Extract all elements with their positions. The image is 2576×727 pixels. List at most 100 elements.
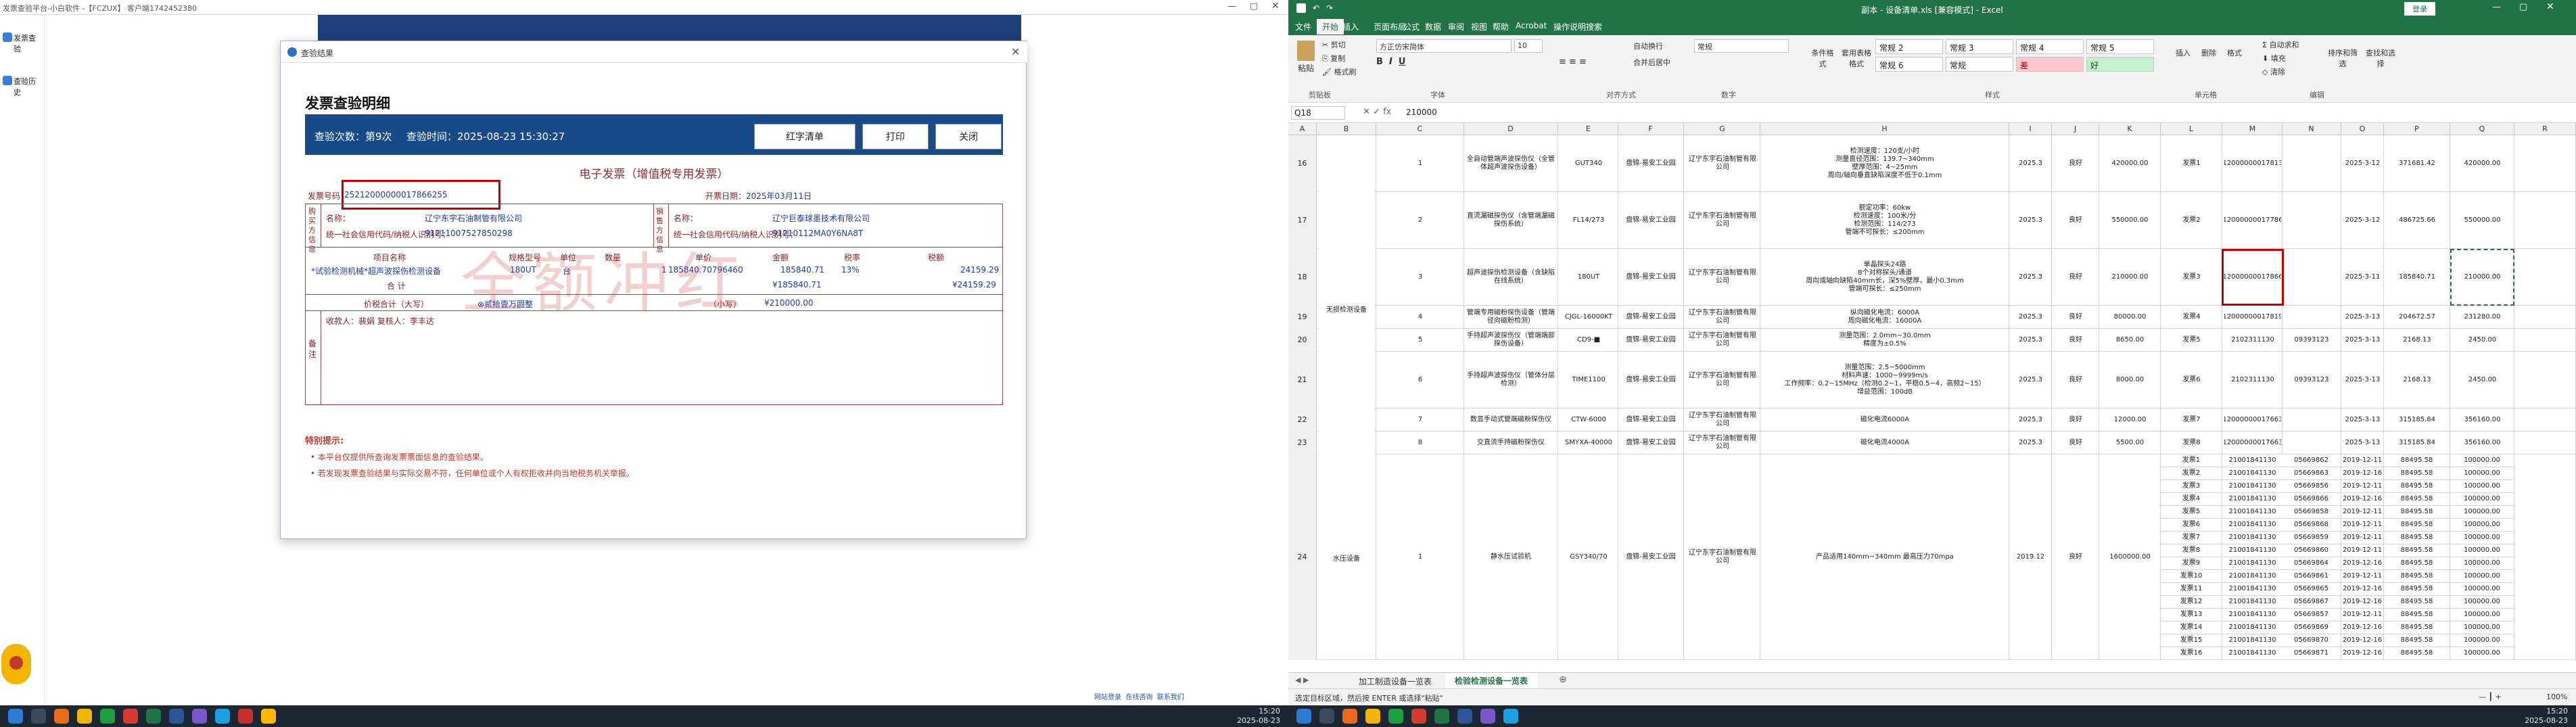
cell-style-option[interactable]: 常规 [1946, 57, 2013, 72]
sub-cell-total[interactable]: 100000.00 [2450, 544, 2514, 557]
cell-no[interactable]: 7 [1378, 411, 1463, 429]
row-header[interactable]: 16 [1288, 135, 1317, 192]
cell-style-option[interactable]: 好 [2086, 57, 2154, 72]
align-buttons[interactable]: ≡ ≡ ≡ [1559, 57, 1587, 67]
sub-cell-date[interactable]: 2019-12-16 [2341, 596, 2384, 609]
cell-price[interactable]: 80000.00 [2101, 308, 2159, 326]
cell-no[interactable]: 6 [1378, 354, 1463, 406]
cell-src[interactable]: 发票5 [2162, 331, 2221, 349]
sub-cell-total[interactable]: 100000.00 [2450, 519, 2514, 532]
cell-style-option[interactable]: 差 [2016, 57, 2084, 72]
wechat-icon[interactable] [100, 709, 115, 724]
ribbon-tab[interactable]: 视图 [1470, 21, 1489, 32]
cell-price[interactable]: 210000.00 [2101, 252, 2159, 303]
cell-name[interactable]: 手持超声波探伤仪（管端端部探伤设备） [1465, 331, 1557, 349]
start-icon[interactable] [8, 709, 23, 724]
sub-cell-date[interactable]: 2019-12-16 [2341, 467, 2384, 480]
sub-cell-src[interactable]: 发票9 [2161, 557, 2222, 570]
cell-no[interactable]: 1 [1378, 457, 1463, 657]
cell-no[interactable]: 3 [1378, 252, 1463, 303]
login-button[interactable]: 登录 [2404, 2, 2435, 16]
cell-name[interactable]: 数显手动式管端磁粉探伤仪 [1465, 411, 1557, 429]
pdf-icon[interactable] [1411, 709, 1426, 724]
cell-param[interactable]: 额定功率：60kw 检测速度：100米/分 检测范围：114/273 管端不可探… [1762, 195, 2008, 246]
cut-button[interactable]: ✂ 剪切 [1322, 39, 1346, 50]
cell-name[interactable]: 管端专用磁粉探伤设备（管端径向磁粉检测） [1465, 308, 1557, 326]
sub-cell-date[interactable]: 2019-12-16 [2341, 557, 2384, 570]
cell-name[interactable]: 手持超声波探伤仪（管体分层检测） [1465, 354, 1557, 406]
sub-cell-src[interactable]: 发票16 [2161, 647, 2222, 660]
sub-cell-date[interactable]: 2019-12-11 [2341, 480, 2384, 493]
cell-model[interactable]: CJGL-16000KT [1560, 308, 1617, 326]
sub-cell-src[interactable]: 发票12 [2161, 596, 2222, 609]
wrap-text-button[interactable]: 自动换行 [1633, 41, 1663, 51]
ribbon-tab[interactable]: 插入 [1341, 21, 1360, 32]
cell-area[interactable]: 盘锦-易安工业园 [1619, 411, 1683, 429]
cell-area[interactable]: 盘锦-易安工业园 [1619, 252, 1683, 303]
sub-cell-code[interactable]: 05669858 [2282, 506, 2341, 519]
sub-cell-src[interactable]: 发票5 [2161, 506, 2222, 519]
qq-icon[interactable] [215, 709, 230, 724]
sub-cell-code[interactable]: 05669870 [2282, 634, 2341, 647]
sub-cell-inv[interactable]: 21001841130 [2223, 506, 2282, 519]
formula-input[interactable]: 210000 [1403, 106, 2567, 120]
ribbon-tab[interactable]: 审阅 [1447, 21, 1466, 32]
cell-year[interactable]: 2025.3 [2011, 252, 2051, 303]
app-icon[interactable] [261, 709, 276, 724]
column-header[interactable]: A [1288, 123, 1317, 135]
browser-icon[interactable] [1342, 709, 1357, 724]
worksheet-grid[interactable]: 16 1 全自动管端声波探伤仪（全管体超声波探伤设备） GUT340 盘锦-易安工业园辽… [1288, 135, 2576, 672]
sub-cell-total[interactable]: 100000.00 [2450, 506, 2514, 519]
cell-model[interactable]: FL14/273 [1560, 195, 1617, 246]
cell-year[interactable]: 2025.3 [2011, 354, 2051, 406]
cell-price[interactable]: 12000.00 [2101, 411, 2159, 429]
sub-cell-net[interactable]: 88495.58 [2384, 493, 2450, 506]
sub-cell-inv[interactable]: 21001841130 [2223, 480, 2282, 493]
cell-state[interactable]: 良好 [2053, 138, 2098, 189]
sheet-tab-active[interactable]: 检验检测设备一览表 [1445, 673, 1538, 690]
cell-total[interactable]: 420000.00 [2452, 138, 2513, 189]
cell-code[interactable]: 09393123 [2283, 331, 2340, 349]
cell-state[interactable]: 良好 [2053, 457, 2098, 657]
sub-cell-src[interactable]: 发票3 [2161, 480, 2222, 493]
cell-price[interactable]: 1600000.00 [2101, 457, 2159, 657]
word-icon[interactable] [1457, 709, 1472, 724]
close-icon[interactable]: ✕ [2546, 1, 2554, 12]
cell-model[interactable]: TIME1100 [1560, 354, 1617, 406]
cell-model[interactable]: CD9-■ [1560, 331, 1617, 349]
mascot-icon[interactable] [1, 644, 31, 684]
sub-cell-code[interactable]: 05669866 [2282, 493, 2341, 506]
cell-name[interactable]: 超声波探伤检测设备（含缺陷在线系统） [1465, 252, 1557, 303]
cell-net[interactable]: 315185.84 [2385, 434, 2449, 452]
cell-state[interactable]: 良好 [2053, 252, 2098, 303]
column-header[interactable]: O [2341, 123, 2384, 135]
cell-net[interactable]: 2168.13 [2385, 354, 2449, 406]
cell-net[interactable]: 371681.42 [2385, 138, 2449, 189]
find-select-button[interactable]: 查找和选择 [2364, 47, 2397, 69]
sub-cell-code[interactable]: 05669859 [2282, 532, 2341, 544]
sub-cell-code[interactable]: 05669869 [2282, 622, 2341, 634]
sub-cell-code[interactable]: 05669871 [2282, 647, 2341, 660]
cell-area[interactable]: 盘锦-易安工业园 [1619, 434, 1683, 452]
sub-cell-total[interactable]: 100000.00 [2450, 570, 2514, 583]
cell-total[interactable]: 2450.00 [2452, 354, 2513, 406]
app-icon[interactable] [1480, 709, 1495, 724]
cell-name[interactable]: 交直流手持磁粉探伤仪 [1465, 434, 1557, 452]
category-label[interactable]: 水压设备 [1318, 457, 1375, 657]
sub-cell-src[interactable]: 发票4 [2161, 493, 2222, 506]
sub-cell-date[interactable]: 2019-12-16 [2341, 634, 2384, 647]
cell-date[interactable]: 2025-3-13 [2343, 354, 2383, 406]
sub-cell-src[interactable]: 发票7 [2161, 532, 2222, 544]
cell-year[interactable]: 2025.3 [2011, 331, 2051, 349]
row-header[interactable]: 22 [1288, 408, 1317, 431]
close-icon[interactable]: ✕ [1271, 1, 1280, 11]
cell-state[interactable]: 良好 [2053, 308, 2098, 326]
sub-cell-src[interactable]: 发票8 [2161, 544, 2222, 557]
sub-cell-date[interactable]: 2019-12-16 [2341, 583, 2384, 596]
qq-icon[interactable] [1503, 709, 1518, 724]
cell-area[interactable]: 盘锦-易安工业园 [1619, 138, 1683, 189]
cell-param[interactable]: 测量范围：2.5~5000mm 材料声速：1000~9999m/s 工作频率：0… [1762, 354, 2008, 406]
column-header[interactable]: H [1760, 123, 2009, 135]
sub-cell-inv[interactable]: 21001841130 [2223, 570, 2282, 583]
cell-price[interactable]: 550000.00 [2101, 195, 2159, 246]
